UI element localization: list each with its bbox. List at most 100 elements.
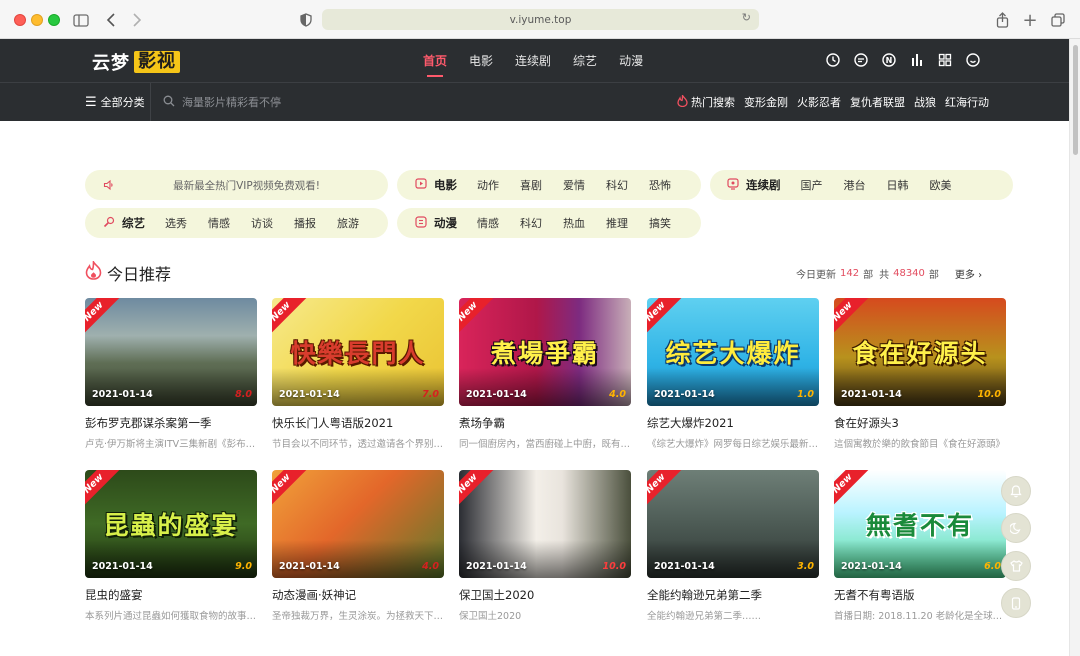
category-item[interactable]: 旅游 [337, 215, 359, 231]
nav-anime[interactable]: 动漫 [608, 39, 654, 83]
category-item[interactable]: 推理 [606, 215, 628, 231]
card-date: 2021-01-14 [654, 561, 715, 572]
category-item[interactable]: 情感 [477, 215, 499, 231]
reload-icon[interactable]: ↻ [742, 11, 751, 24]
video-thumbnail[interactable]: New 2021-01-14 3.0 [647, 470, 819, 578]
video-thumbnail[interactable]: 昆蟲的盛宴 New 2021-01-14 9.0 [85, 470, 257, 578]
video-card[interactable]: 综艺大爆炸 New 2021-01-14 1.0 综艺大爆炸2021 《综艺大爆炸》网罗每… [647, 298, 819, 450]
movie-category-title[interactable]: 电影 [415, 177, 457, 193]
card-title[interactable]: 食在好源头3 [834, 415, 1006, 431]
nav-movie[interactable]: 电影 [458, 39, 504, 83]
nav-series[interactable]: 连续剧 [504, 39, 562, 83]
news-icon[interactable]: N [882, 53, 896, 67]
card-title[interactable]: 煮场争霸 [459, 415, 631, 431]
mobile-phone-button[interactable] [1001, 588, 1031, 618]
dark-mode-moon-button[interactable] [1001, 513, 1031, 543]
scrollbar-thumb[interactable] [1073, 45, 1078, 155]
search-input[interactable]: 海量影片精彩看不停 [182, 94, 281, 110]
search-icon[interactable] [163, 95, 175, 110]
all-categories-button[interactable]: ☰ 全部分类 [85, 83, 145, 121]
user-smile-icon[interactable] [966, 53, 980, 67]
video-card[interactable]: 昆蟲的盛宴 New 2021-01-14 9.0 昆虫的盛宴 本系列片通过昆蟲如何獲取食物… [85, 470, 257, 622]
video-thumbnail[interactable]: 煮場爭霸 New 2021-01-14 4.0 [459, 298, 631, 406]
video-card[interactable]: New 2021-01-14 3.0 全能约翰逊兄弟第二季 全能约翰逊兄弟第二季…… [647, 470, 819, 622]
card-title[interactable]: 彭布罗克郡谋杀案第一季 [85, 415, 257, 431]
card-score: 4.0 [609, 389, 626, 400]
video-card[interactable]: 無耆不有 New 2021-01-14 6.0 无耆不有粤语版 首播日期: 2018.11… [834, 470, 1006, 622]
video-card[interactable]: 食在好源头 New 2021-01-14 10.0 食在好源头3 這個寓教於樂的飲食節目《… [834, 298, 1006, 450]
video-card[interactable]: New 2021-01-14 10.0 保卫国土2020 保卫国土2020 [459, 470, 631, 622]
card-title[interactable]: 保卫国土2020 [459, 587, 631, 603]
browser-window: { "browser": {"url": "v.iyume.top"}, "si… [0, 0, 1080, 656]
card-title[interactable]: 快乐长门人粤语版2021 [272, 415, 444, 431]
ranking-icon[interactable] [910, 53, 924, 67]
notification-bell-button[interactable] [1001, 476, 1031, 506]
video-thumbnail[interactable]: 無耆不有 New 2021-01-14 6.0 [834, 470, 1006, 578]
category-item[interactable]: 动作 [477, 177, 499, 193]
minimize-window-button[interactable] [31, 14, 43, 26]
category-item[interactable]: 国产 [801, 177, 823, 193]
address-bar[interactable]: v.iyume.top ↻ [322, 9, 759, 30]
hot-term[interactable]: 变形金刚 [744, 94, 788, 110]
tab-overview-icon[interactable] [1048, 10, 1068, 30]
hot-term[interactable]: 复仇者联盟 [850, 94, 905, 110]
category-item[interactable]: 科幻 [520, 215, 542, 231]
category-item[interactable]: 喜剧 [520, 177, 542, 193]
category-item[interactable]: 搞笑 [649, 215, 671, 231]
thumbnail-shade [85, 540, 257, 578]
category-item[interactable]: 欧美 [930, 177, 952, 193]
card-title[interactable]: 动态漫画·妖神记 [272, 587, 444, 603]
category-item[interactable]: 日韩 [887, 177, 909, 193]
share-icon[interactable] [992, 10, 1012, 30]
apps-grid-icon[interactable] [938, 53, 952, 67]
card-title[interactable]: 昆虫的盛宴 [85, 587, 257, 603]
back-icon[interactable] [101, 10, 121, 30]
video-card[interactable]: New 2021-01-14 8.0 彭布罗克郡谋杀案第一季 卢克·伊万斯将主演ITV三… [85, 298, 257, 450]
category-item[interactable]: 港台 [844, 177, 866, 193]
message-icon[interactable] [854, 53, 868, 67]
page-scrollbar[interactable] [1069, 39, 1080, 656]
privacy-shield-icon[interactable] [296, 10, 316, 30]
video-card[interactable]: New 2021-01-14 4.0 动态漫画·妖神记 圣帝独裁万界，生灵涂炭。为拯救天… [272, 470, 444, 622]
video-thumbnail[interactable]: New 2021-01-14 4.0 [272, 470, 444, 578]
hot-term[interactable]: 火影忍者 [797, 94, 841, 110]
video-thumbnail[interactable]: 食在好源头 New 2021-01-14 10.0 [834, 298, 1006, 406]
card-date: 2021-01-14 [92, 561, 153, 572]
hot-term[interactable]: 战狼 [914, 94, 936, 110]
category-item[interactable]: 科幻 [606, 177, 628, 193]
card-description: 這個寓教於樂的飲食節目《食在好源頭》 [834, 439, 1006, 450]
category-item[interactable]: 播报 [294, 215, 316, 231]
card-title[interactable]: 无耆不有粤语版 [834, 587, 1006, 603]
card-title[interactable]: 全能约翰逊兄弟第二季 [647, 587, 819, 603]
category-item[interactable]: 选秀 [165, 215, 187, 231]
video-card[interactable]: 煮場爭霸 New 2021-01-14 4.0 煮场争霸 同一個廚房內，當西廚碰上中廚，既… [459, 298, 631, 450]
more-link[interactable]: 更多 › [955, 266, 982, 281]
category-item[interactable]: 恐怖 [649, 177, 671, 193]
sidebar-icon[interactable] [71, 10, 91, 30]
theme-shirt-button[interactable] [1001, 551, 1031, 581]
category-item[interactable]: 情感 [208, 215, 230, 231]
series-category-title[interactable]: 连续剧 [727, 177, 781, 193]
category-item[interactable]: 访谈 [251, 215, 273, 231]
video-thumbnail[interactable]: New 2021-01-14 8.0 [85, 298, 257, 406]
nav-variety[interactable]: 综艺 [562, 39, 608, 83]
card-title[interactable]: 综艺大爆炸2021 [647, 415, 819, 431]
video-thumbnail[interactable]: 综艺大爆炸 New 2021-01-14 1.0 [647, 298, 819, 406]
video-thumbnail[interactable]: New 2021-01-14 10.0 [459, 470, 631, 578]
video-thumbnail[interactable]: 快樂長門人 New 2021-01-14 7.0 [272, 298, 444, 406]
thumbnail-shade [834, 540, 1006, 578]
zoom-window-button[interactable] [48, 14, 60, 26]
forward-icon[interactable] [127, 10, 147, 30]
category-item[interactable]: 热血 [563, 215, 585, 231]
nav-home[interactable]: 首页 [412, 39, 458, 83]
anime-category-title[interactable]: 动漫 [415, 215, 457, 231]
history-icon[interactable] [826, 53, 840, 67]
variety-category-title[interactable]: 综艺 [103, 215, 145, 231]
site-logo[interactable]: 云梦 影视 [92, 50, 180, 74]
new-tab-icon[interactable]: + [1020, 10, 1040, 31]
video-card[interactable]: 快樂長門人 New 2021-01-14 7.0 快乐长门人粤语版2021 节目会以不同环… [272, 298, 444, 450]
category-item[interactable]: 爱情 [563, 177, 585, 193]
close-window-button[interactable] [14, 14, 26, 26]
search-box[interactable]: 海量影片精彩看不停 [163, 83, 281, 121]
hot-term[interactable]: 红海行动 [945, 94, 989, 110]
